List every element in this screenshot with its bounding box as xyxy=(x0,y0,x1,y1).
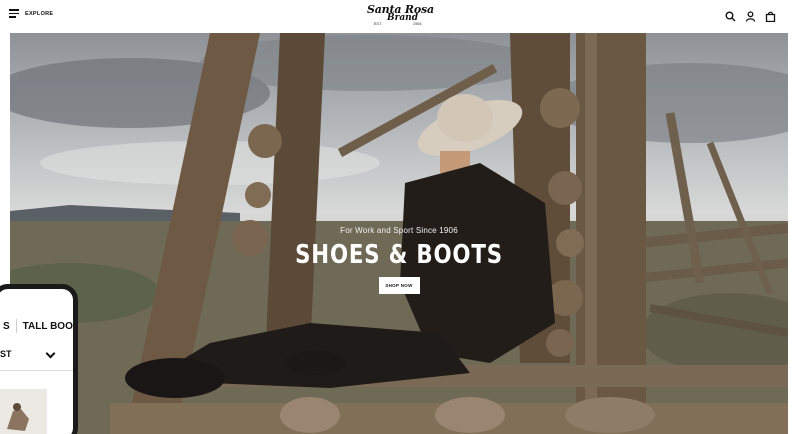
search-icon[interactable] xyxy=(725,9,736,22)
phone-divider xyxy=(0,370,73,371)
logo-year: 1906 xyxy=(413,22,422,26)
phone-product-thumbnail[interactable] xyxy=(0,389,47,434)
brand-logo[interactable]: Santa Rosa Brand EST. 1906 xyxy=(363,3,437,29)
phone-preview: S TALL BOOT ST xyxy=(0,284,78,434)
chevron-down-icon[interactable] xyxy=(45,348,56,359)
phone-category-tabs: S TALL BOOT xyxy=(0,314,73,338)
hamburger-icon xyxy=(9,9,19,18)
logo-est: EST. xyxy=(374,22,383,26)
hero-banner[interactable]: For Work and Sport Since 1906 SHOES & BO… xyxy=(10,33,788,434)
cart-icon[interactable] xyxy=(765,9,776,23)
explore-menu-button[interactable]: EXPLORE xyxy=(9,9,53,18)
hero-headline: SHOES & BOOTS xyxy=(295,240,503,270)
phone-tab-divider xyxy=(15,319,17,333)
phone-tab-partial[interactable]: S xyxy=(3,321,10,332)
explore-label: EXPLORE xyxy=(25,10,54,17)
shop-now-button[interactable]: SHOP NOW xyxy=(378,277,420,294)
account-icon[interactable] xyxy=(745,9,756,22)
phone-sort-label[interactable]: ST xyxy=(0,349,12,359)
hero-eyebrow: For Work and Sport Since 1906 xyxy=(340,226,458,235)
site-header: EXPLORE Santa Rosa Brand EST. 1906 xyxy=(0,0,800,32)
phone-tab-tall-boots[interactable]: TALL BOOT xyxy=(23,321,73,332)
